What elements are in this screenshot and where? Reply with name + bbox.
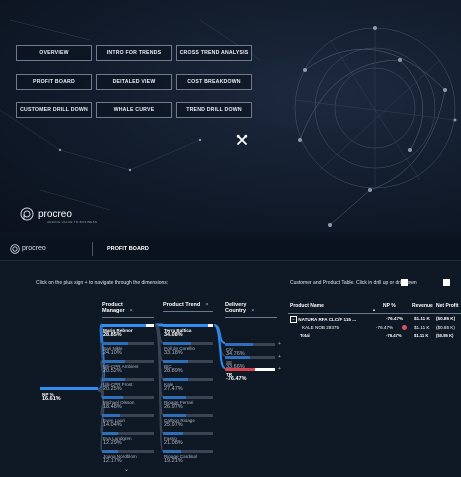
np-cell: -76.47%	[386, 316, 404, 321]
table-row[interactable]: − NATURA RFA CLC/F 115 ...	[290, 316, 356, 323]
tree-node[interactable]: Fasno 21.08%	[164, 436, 183, 447]
node-bar[interactable]	[163, 450, 213, 453]
profit-board-report: procreo PROFIT BOARD Click on the plus s…	[0, 238, 461, 477]
np-cell: -76.47%	[376, 325, 394, 330]
table-total-row: Total	[300, 333, 310, 338]
sort-up-icon[interactable]: ▲	[372, 307, 376, 312]
tree-node[interactable]: Carbon Rioage 25.97%	[164, 418, 195, 429]
node-bar[interactable]	[102, 324, 154, 327]
table-header-net-profit[interactable]: Net Profit	[436, 303, 459, 309]
procreo-logo: procreo ADDING VALUE TO BUSINESS	[20, 207, 97, 224]
drill-up-icon[interactable]	[401, 279, 408, 286]
tree-node[interactable]: Sari Nikki 24.10%	[103, 346, 122, 357]
node-bar[interactable]	[102, 360, 154, 363]
node-bar[interactable]	[102, 396, 154, 399]
logo-tagline: ADDING VALUE TO BUSINESS	[47, 220, 98, 224]
node-bar[interactable]	[163, 324, 213, 327]
node-bar[interactable]	[163, 396, 213, 399]
net-profit-cell: ($0.85 K)	[436, 325, 455, 330]
expand-icon[interactable]: −	[290, 316, 297, 323]
node-bar[interactable]	[163, 360, 213, 363]
table-header-np[interactable]: NP %	[383, 303, 396, 309]
logo-word: procreo	[38, 208, 72, 220]
tree-node[interactable]: Eva Lundgren 12.29%	[103, 436, 132, 447]
revenue-cell: $1.11 K	[414, 316, 430, 321]
node-bar[interactable]	[102, 414, 154, 417]
drill-down-icon[interactable]	[443, 279, 450, 286]
np-cell: -76.47%	[386, 333, 402, 338]
tree-node[interactable]: TR -76.47%	[226, 372, 247, 383]
cost-breakdown-button[interactable]: COST BREAKDOWN	[176, 74, 252, 90]
tree-node[interactable]: Terra Baltica 34.08%	[164, 328, 192, 339]
table-header-divider	[288, 313, 461, 314]
table-row[interactable]: KALE NOB 29375	[302, 325, 339, 330]
cross-trend-analysis-button[interactable]: CROSS TREND ANALYSIS	[176, 45, 252, 61]
node-bar[interactable]	[102, 432, 154, 435]
navigation-hero: OVERVIEW INTRO FOR TRENDS CROSS TREND AN…	[0, 0, 461, 232]
intro-for-trends-button[interactable]: INTRO FOR TRENDS	[96, 45, 172, 61]
tree-node[interactable]: Mario Rebnor 28.85%	[103, 328, 133, 339]
revenue-cell: $1.11 K	[414, 325, 430, 330]
node-bar[interactable]	[163, 432, 213, 435]
node-bar[interactable]	[163, 378, 213, 381]
procreo-logo-icon	[20, 207, 34, 221]
tree-node[interactable]: Ulli-CPR Ambient 20.52%	[103, 364, 138, 375]
node-bar[interactable]	[102, 450, 154, 453]
node-bar[interactable]	[225, 343, 275, 346]
negative-status-icon	[402, 325, 407, 330]
node-bar[interactable]	[225, 355, 275, 359]
overview-button[interactable]: OVERVIEW	[16, 45, 92, 61]
tree-node[interactable]: Michael Olsson 18.48%	[103, 400, 134, 411]
table-header-revenue[interactable]: Revenue	[412, 303, 433, 309]
table-instruction: Customer and Product Table. Click in dri…	[290, 279, 450, 286]
tree-node[interactable]: Ulli-CPR Frost 20.25%	[103, 382, 132, 393]
tree-node[interactable]: Rioage Cardinal 19.21%	[164, 454, 197, 465]
wrench-screwdriver-icon[interactable]	[236, 134, 248, 149]
node-bar[interactable]	[102, 378, 154, 381]
root-bar[interactable]	[40, 387, 98, 390]
whale-curve-button[interactable]: WHALE CURVE	[96, 102, 172, 118]
node-bar[interactable]	[163, 414, 213, 417]
tree-node[interactable]: Joana Nordblom 12.17%	[103, 454, 137, 465]
expand-plus-icon[interactable]: +	[278, 341, 281, 347]
customer-drill-down-button[interactable]: CUSTOMER DRILL DOWN	[16, 102, 92, 118]
node-bar[interactable]	[163, 342, 213, 345]
trend-drill-down-button[interactable]: TREND DRILL DOWN	[176, 102, 252, 118]
net-profit-cell: ($0.85 K)	[436, 316, 456, 321]
tree-node[interactable]: Even Lauri 14.04%	[103, 418, 125, 429]
tree-node[interactable]: Kale 27.47%	[164, 382, 183, 393]
tree-node[interactable]: Poll de Corellio 33.18%	[164, 346, 195, 357]
tree-node[interactable]: Rioage Ferrari 26.97%	[164, 400, 193, 411]
detailed-view-button[interactable]: DEITALED VIEW	[96, 74, 172, 90]
node-bar[interactable]	[225, 368, 275, 371]
expand-plus-icon[interactable]: +	[278, 366, 281, 372]
expand-plus-icon[interactable]: +	[278, 354, 281, 360]
table-header-product-name[interactable]: Product Name	[290, 303, 324, 309]
revenue-cell: $1.11 K	[414, 333, 429, 338]
profit-board-button[interactable]: PROFIT BOARD	[16, 74, 92, 90]
node-bar[interactable]	[102, 342, 154, 345]
net-profit-cell: ($0.85 K)	[436, 333, 454, 338]
root-node[interactable]: NP % 16.61%	[42, 392, 61, 403]
tree-node[interactable]: BIC 28.89%	[164, 364, 183, 375]
scroll-down-icon[interactable]: ⌄	[124, 466, 129, 473]
